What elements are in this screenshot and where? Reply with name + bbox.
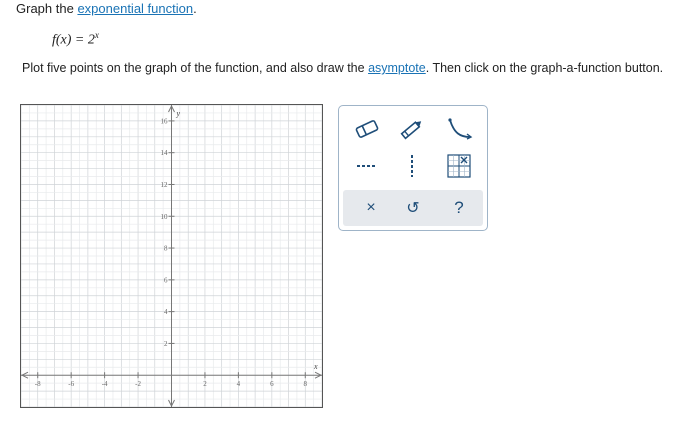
- undo-button[interactable]: ↺: [398, 195, 428, 221]
- x-tick-label: -2: [135, 380, 141, 388]
- exponential-function-link[interactable]: exponential function: [77, 1, 193, 16]
- y-axis-label: y: [176, 109, 181, 118]
- dashed-vertical-line-icon: [411, 155, 413, 177]
- formula-exponent: x: [94, 30, 99, 40]
- undo-icon: ↺: [406, 200, 420, 217]
- exponential-curve-icon: [448, 118, 473, 140]
- help-icon: ?: [454, 198, 464, 217]
- question-prefix: Graph the: [16, 1, 78, 16]
- close-icon: ×: [366, 199, 376, 216]
- x-tick-label: 2: [203, 380, 207, 388]
- x-tick-label: -8: [35, 380, 41, 388]
- dashed-line-tool[interactable]: [352, 153, 382, 179]
- question-title: Graph the exponential function.: [16, 1, 197, 16]
- eraser-tool[interactable]: [352, 116, 382, 142]
- y-tick-label: 12: [161, 181, 169, 189]
- instructions-part2: . Then click on the graph-a-function but…: [425, 61, 664, 75]
- graph-area[interactable]: -8 -6 -4 -2 2 4 6 8 2 4 6 8 10 12 14 16 x y: [20, 104, 323, 408]
- eraser-icon: [355, 120, 379, 138]
- y-tick-label: 14: [161, 149, 169, 157]
- graph-a-function-icon: [447, 154, 471, 178]
- formula-lhs: f(x) = 2: [52, 32, 95, 48]
- clear-button[interactable]: ×: [356, 195, 386, 221]
- graph-function-tool[interactable]: [444, 153, 474, 179]
- instructions: Plot five points on the graph of the fun…: [22, 61, 663, 75]
- toolbox-action-bar: × ↺ ?: [343, 190, 483, 226]
- y-tick-label: 8: [164, 245, 168, 253]
- y-tick-label: 6: [164, 276, 168, 284]
- y-tick-label: 2: [164, 340, 168, 348]
- x-tick-label: 8: [304, 380, 308, 388]
- asymptote-link[interactable]: asymptote: [368, 61, 426, 75]
- curve-tool[interactable]: [444, 116, 474, 142]
- y-tick-label: 16: [161, 117, 169, 125]
- instructions-part1: Plot five points on the graph of the fun…: [22, 61, 369, 75]
- x-axis-label: x: [313, 362, 318, 371]
- function-formula: f(x) = 2x: [52, 30, 99, 49]
- x-tick-label: -6: [68, 380, 74, 388]
- y-tick-label: 10: [161, 213, 169, 221]
- x-tick-label: 4: [237, 380, 241, 388]
- y-tick-label: 4: [164, 308, 168, 316]
- x-tick-label: -4: [102, 380, 108, 388]
- vertical-dashed-tool[interactable]: [397, 153, 427, 179]
- x-tick-label: 6: [270, 380, 274, 388]
- help-button[interactable]: ?: [444, 195, 474, 221]
- pencil-tool[interactable]: [397, 116, 427, 142]
- question-suffix: .: [193, 1, 197, 16]
- graph-toolbox: × ↺ ?: [338, 105, 488, 231]
- dashed-horizontal-line-icon: [357, 165, 377, 167]
- pencil-icon: [400, 121, 422, 140]
- coordinate-grid[interactable]: -8 -6 -4 -2 2 4 6 8 2 4 6 8 10 12 14 16 x y: [21, 105, 322, 407]
